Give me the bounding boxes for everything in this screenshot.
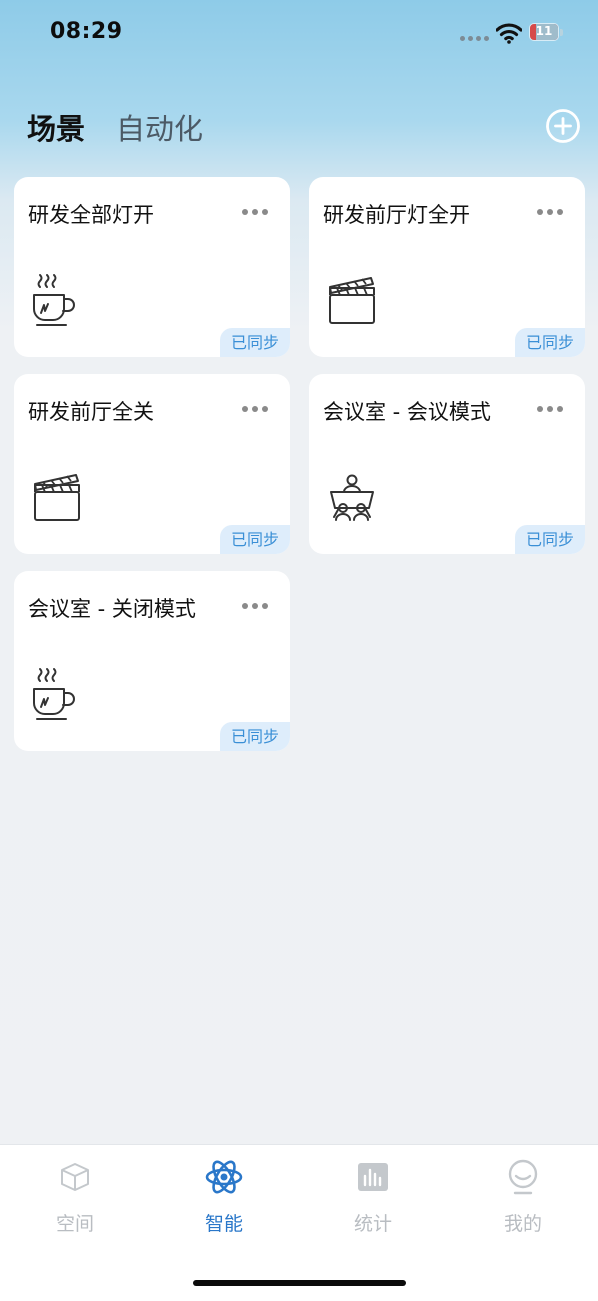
- coffee-cup-icon: [33, 668, 75, 720]
- scene-card[interactable]: 研发前厅灯全开 已同步: [309, 177, 585, 357]
- more-icon[interactable]: [242, 209, 268, 215]
- wifi-icon: [496, 23, 522, 44]
- clapperboard-icon: [34, 474, 80, 521]
- status-bar: 08:29 11: [0, 0, 598, 64]
- cube-icon: [61, 1163, 89, 1191]
- tab-scenes[interactable]: 场景: [27, 106, 85, 148]
- tab-statistics[interactable]: 统计: [323, 1145, 423, 1255]
- tab-space[interactable]: 空间: [25, 1145, 125, 1255]
- synced-badge: 已同步: [515, 328, 585, 357]
- clapperboard-icon: [329, 277, 375, 324]
- scene-title: 研发前厅全关: [28, 400, 154, 424]
- home-indicator[interactable]: [193, 1280, 406, 1286]
- scene-title: 研发全部灯开: [28, 203, 154, 227]
- add-scene-button[interactable]: [545, 108, 581, 144]
- scene-card[interactable]: 研发前厅全关 已同步: [14, 374, 290, 554]
- scene-card[interactable]: 研发全部灯开 已同步: [14, 177, 290, 357]
- tab-label: 我的: [503, 1213, 542, 1235]
- tab-label: 统计: [353, 1213, 392, 1235]
- scene-card[interactable]: 会议室 - 会议模式 已同步: [309, 374, 585, 554]
- tab-label: 空间: [55, 1213, 94, 1235]
- synced-badge: 已同步: [220, 525, 290, 554]
- bottom-tab-bar: 空间 智能 统计 我的: [0, 1144, 598, 1301]
- more-icon[interactable]: [242, 603, 268, 609]
- bar-chart-icon: [358, 1163, 388, 1191]
- battery-level: 11: [535, 24, 553, 38]
- tab-smart[interactable]: 智能: [174, 1145, 274, 1255]
- scene-title: 研发前厅灯全开: [323, 203, 470, 227]
- tab-label: 智能: [204, 1213, 243, 1235]
- scene-title: 会议室 - 关闭模式: [28, 597, 196, 621]
- atom-icon: [205, 1160, 243, 1194]
- more-icon[interactable]: [537, 406, 563, 412]
- cellular-signal-icon: [460, 36, 489, 41]
- scene-card[interactable]: 会议室 - 关闭模式 已同步: [14, 571, 290, 751]
- synced-badge: 已同步: [515, 525, 585, 554]
- scene-title: 会议室 - 会议模式: [323, 400, 491, 424]
- meeting-icon: [330, 474, 374, 521]
- coffee-cup-icon: [33, 274, 75, 326]
- synced-badge: 已同步: [220, 722, 290, 751]
- tab-profile[interactable]: 我的: [473, 1145, 573, 1255]
- more-icon[interactable]: [242, 406, 268, 412]
- more-icon[interactable]: [537, 209, 563, 215]
- synced-badge: 已同步: [220, 328, 290, 357]
- status-time: 08:29: [50, 19, 123, 44]
- battery-icon: 11: [529, 23, 565, 43]
- smiley-face-icon: [508, 1159, 538, 1195]
- tab-automation[interactable]: 自动化: [116, 106, 203, 148]
